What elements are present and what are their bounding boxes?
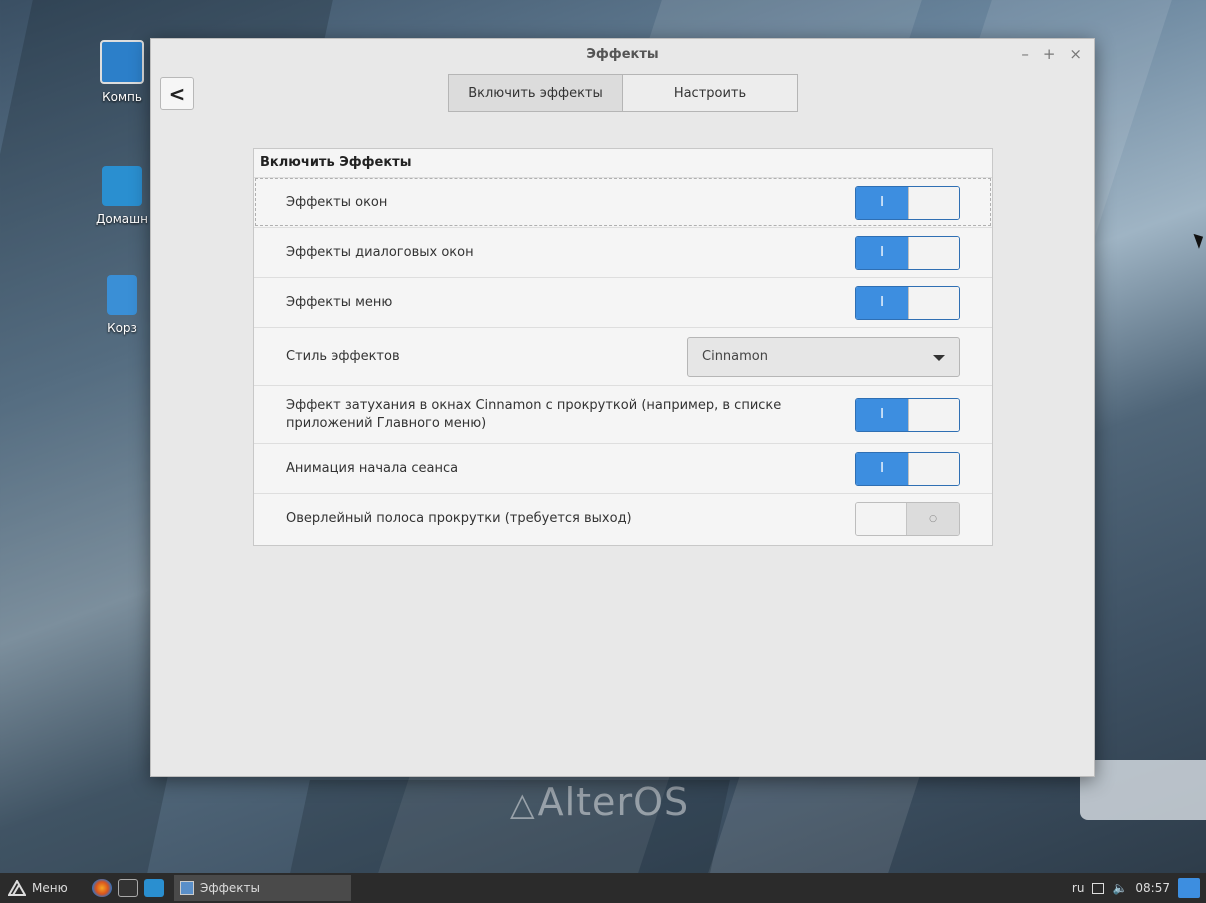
dialog-effects-switch[interactable]: I (855, 235, 960, 270)
computer-icon (100, 40, 144, 84)
alteros-logo-icon: △ (510, 785, 536, 823)
volume-icon[interactable]: 🔈 (1112, 881, 1127, 895)
trash-icon (107, 275, 137, 315)
setting-row-overlay-scrollbar: Оверлейный полоса прокрутки (требуется в… (254, 493, 992, 543)
tab-customize[interactable]: Настроить (623, 74, 798, 112)
minimize-button[interactable]: – (1021, 45, 1029, 63)
taskbar: Меню Эффекты ru 🔈 08:57 (0, 873, 1206, 903)
tab-enable-effects[interactable]: Включить эффекты (448, 74, 623, 112)
desktop-icon-label: Компь (102, 90, 142, 104)
switch-knob (908, 452, 959, 485)
setting-label: Стиль эффектов (286, 348, 400, 364)
files-icon[interactable] (144, 879, 164, 897)
setting-row-menu-effects: Эффекты меню I (254, 277, 992, 327)
session-animation-switch[interactable]: I (855, 451, 960, 486)
system-tray: ru 🔈 08:57 (1072, 878, 1206, 898)
setting-row-window-effects: Эффекты окон I (254, 177, 992, 227)
setting-row-effects-style: Стиль эффектов Cinnamon (254, 327, 992, 385)
caret-down-icon (933, 354, 945, 361)
close-button[interactable]: × (1069, 45, 1082, 63)
switch-on-indicator: I (856, 286, 908, 319)
effects-app-icon (180, 881, 194, 895)
setting-label: Эффект затухания в окнах Cinnamon с прок… (286, 397, 782, 431)
back-button[interactable]: < (160, 77, 194, 110)
window-controls: – + × (1021, 45, 1082, 63)
window-effects-switch[interactable]: I (855, 185, 960, 220)
browser-icon[interactable] (92, 879, 112, 897)
taskbar-window-effects[interactable]: Эффекты (174, 875, 351, 901)
menu-button[interactable]: Меню (0, 878, 92, 896)
switch-knob (908, 186, 959, 219)
switch-on-indicator: I (856, 186, 908, 219)
section-title: Включить Эффекты (260, 155, 412, 170)
menu-effects-switch[interactable]: I (855, 285, 960, 320)
switch-knob (908, 286, 959, 319)
settings-panel: Включить Эффекты Эффекты окон I Эффекты … (253, 148, 993, 546)
fade-effect-switch[interactable]: I (855, 397, 960, 432)
overlay-scrollbar-switch[interactable]: ○ (855, 501, 960, 536)
setting-label: Эффекты меню (286, 294, 393, 310)
switch-knob (908, 398, 959, 431)
switch-knob (856, 502, 907, 535)
maximize-button[interactable]: + (1043, 45, 1056, 63)
switch-knob (908, 236, 959, 269)
menu-label: Меню (32, 881, 68, 895)
window-titlebar[interactable]: Эффекты – + × (151, 39, 1094, 73)
setting-label: Эффекты окон (286, 194, 388, 210)
network-icon[interactable] (1092, 882, 1105, 894)
effects-window: Эффекты – + × < Включить эффекты Настрои… (150, 38, 1095, 777)
setting-row-fade-effect: Эффект затухания в окнах Cinnamon с прок… (254, 385, 992, 443)
setting-row-dialog-effects: Эффекты диалоговых окон I (254, 227, 992, 277)
brand-logo: △AlterOS (510, 780, 690, 824)
tab-bar: Включить эффекты Настроить (448, 74, 798, 112)
setting-label: Анимация начала сеанса (286, 460, 459, 476)
desktop-icon-label: Корз (107, 321, 137, 335)
effects-style-dropdown[interactable]: Cinnamon (687, 336, 960, 377)
notifications-icon[interactable] (1178, 878, 1200, 898)
clock[interactable]: 08:57 (1135, 881, 1170, 895)
chevron-left-icon: < (168, 81, 186, 106)
setting-row-session-animation: Анимация начала сеанса I (254, 443, 992, 493)
setting-label: Оверлейный полоса прокрутки (требуется в… (286, 510, 632, 526)
alteros-logo-icon (7, 878, 27, 896)
switch-off-indicator: ○ (907, 502, 959, 535)
task-label: Эффекты (200, 881, 260, 895)
terminal-icon[interactable] (118, 879, 138, 897)
window-title: Эффекты (586, 47, 659, 62)
switch-on-indicator: I (856, 398, 908, 431)
quick-launch (92, 879, 164, 897)
home-folder-icon (102, 166, 142, 206)
setting-label: Эффекты диалоговых окон (286, 244, 474, 260)
dropdown-value: Cinnamon (702, 349, 768, 364)
desktop-icon-label: Домашн (96, 212, 148, 226)
keyboard-layout-indicator[interactable]: ru (1072, 881, 1085, 895)
switch-on-indicator: I (856, 452, 908, 485)
switch-on-indicator: I (856, 236, 908, 269)
